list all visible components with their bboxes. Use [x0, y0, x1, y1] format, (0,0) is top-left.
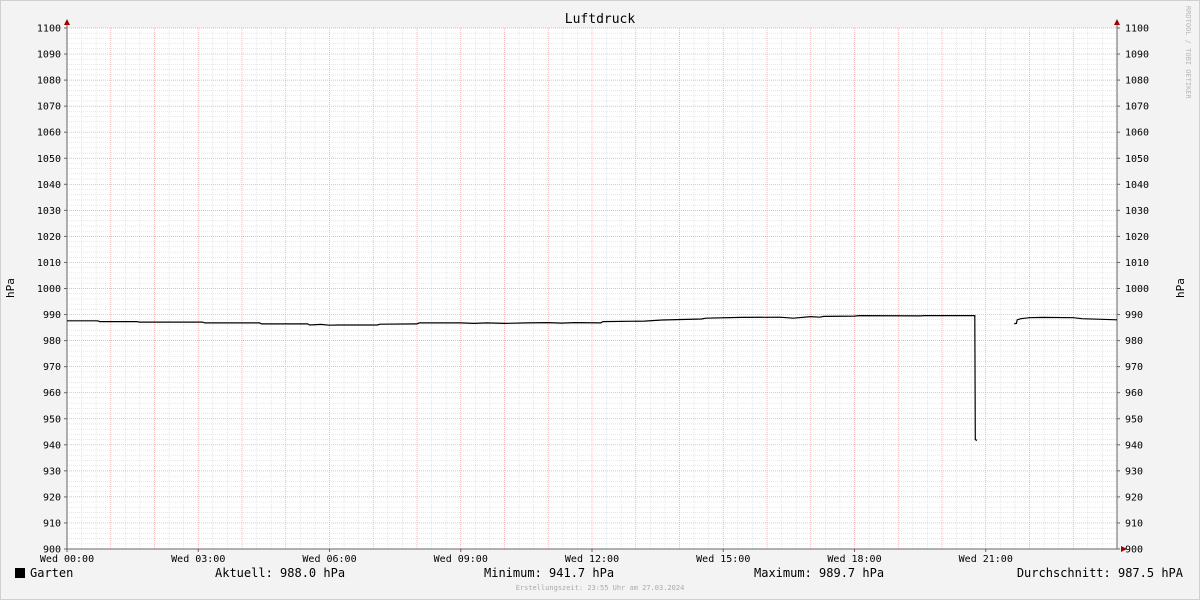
y-tick-label: 920 — [43, 492, 61, 503]
y-tick-label: 900 — [1125, 545, 1143, 556]
y-tick-label: 1050 — [1125, 154, 1149, 165]
y-tick-label: 970 — [1125, 362, 1143, 373]
y-tick-label: 920 — [1125, 492, 1143, 503]
x-tick-label: Wed 09:00 — [434, 554, 488, 565]
y-tick-label: 990 — [43, 310, 61, 321]
x-tick-label: Wed 15:00 — [696, 554, 750, 565]
y-tick-label: 910 — [1125, 518, 1143, 529]
y-tick-label: 950 — [43, 414, 61, 425]
chart-grid — [67, 27, 1117, 549]
legend-series: Garten — [15, 566, 73, 580]
y-axis-label-right: hPa — [1174, 278, 1187, 298]
y-tick-label: 1070 — [37, 102, 61, 113]
legend-minimum: Minimum: 941.7 hPa — [484, 566, 615, 580]
y-axis-arrow-left — [64, 19, 70, 25]
x-tick-label: Wed 21:00 — [959, 554, 1013, 565]
x-tick-label: Wed 06:00 — [302, 554, 356, 565]
legend-current: Aktuell: 988.0 hPa — [215, 566, 346, 580]
y-axis-arrow-right — [1114, 19, 1120, 25]
legend-swatch — [15, 568, 25, 578]
y-tick-labels-left: 9009109209309409509609709809901000101010… — [37, 24, 61, 556]
watermark: RRDTOOL / TOBI OETIKER — [1184, 6, 1192, 100]
y-tick-label: 1060 — [37, 128, 61, 139]
y-tick-label: 990 — [1125, 310, 1143, 321]
x-tick-labels: Wed 00:00 Wed 03:00 Wed 06:00 Wed 09:00 Wed … — [40, 554, 1013, 565]
footer-timestamp: Erstellungszeit: 23:55 Uhr am 27.03.2024 — [515, 584, 685, 592]
y-tick-label: 930 — [1125, 466, 1143, 477]
legend-maximum: Maximum: 989.7 hPa — [754, 566, 885, 580]
y-tick-label: 940 — [43, 440, 61, 451]
y-tick-label: 980 — [1125, 336, 1143, 347]
x-tick-label: Wed 00:00 — [40, 554, 94, 565]
y-tick-label: 980 — [43, 336, 61, 347]
chart-title: Luftdruck — [565, 12, 636, 27]
legend: Garten Aktuell: 988.0 hPa Minimum: 941.7… — [0, 566, 1200, 584]
x-tick-label: Wed 18:00 — [827, 554, 881, 565]
y-tick-label: 1000 — [1125, 284, 1149, 295]
y-tick-label: 1080 — [37, 76, 61, 87]
y-tick-label: 1100 — [1125, 24, 1149, 35]
y-tick-label: 930 — [43, 466, 61, 477]
y-tick-label: 910 — [43, 518, 61, 529]
y-tick-label: 1010 — [37, 258, 61, 269]
y-tick-label: 950 — [1125, 414, 1143, 425]
y-tick-label: 1040 — [37, 180, 61, 191]
y-tick-label: 970 — [43, 362, 61, 373]
y-tick-label: 1080 — [1125, 76, 1149, 87]
y-tick-label: 1090 — [1125, 50, 1149, 61]
y-tick-label: 1030 — [37, 206, 61, 217]
x-tick-label: Wed 12:00 — [565, 554, 619, 565]
y-tick-label: 1010 — [1125, 258, 1149, 269]
chart-canvas: Luftdruck 900 910 920 930 940 950 960 970 980 990… — [4, 12, 1187, 565]
y-tick-label: 1050 — [37, 154, 61, 165]
y-tick-label: 1060 — [1125, 128, 1149, 139]
watermark-text: RRDTOOL / TOBI OETIKER — [1184, 6, 1192, 100]
y-tick-label: 1000 — [37, 284, 61, 295]
y-axis-label-left: hPa — [4, 278, 17, 298]
y-tick-label: 1100 — [37, 24, 61, 35]
y-tick-labels-right: 900 910 920 930 940 950 960 970 980 990 1000 1010 10… — [1125, 24, 1149, 556]
y-tick-label: 1030 — [1125, 206, 1149, 217]
y-tick-label: 1020 — [37, 232, 61, 243]
x-tick-label: Wed 03:00 — [171, 554, 225, 565]
y-tick-label: 1040 — [1125, 180, 1149, 191]
legend-average: Durchschnitt: 987.5 hPA — [1016, 566, 1183, 580]
y-tick-label: 940 — [1125, 440, 1143, 451]
y-tick-label: 1070 — [1125, 102, 1149, 113]
y-tick-label: 960 — [43, 388, 61, 399]
y-tick-label: 1090 — [37, 50, 61, 61]
y-tick-label: 1020 — [1125, 232, 1149, 243]
legend-series-label: Garten — [30, 566, 74, 580]
y-tick-label: 960 — [1125, 388, 1143, 399]
